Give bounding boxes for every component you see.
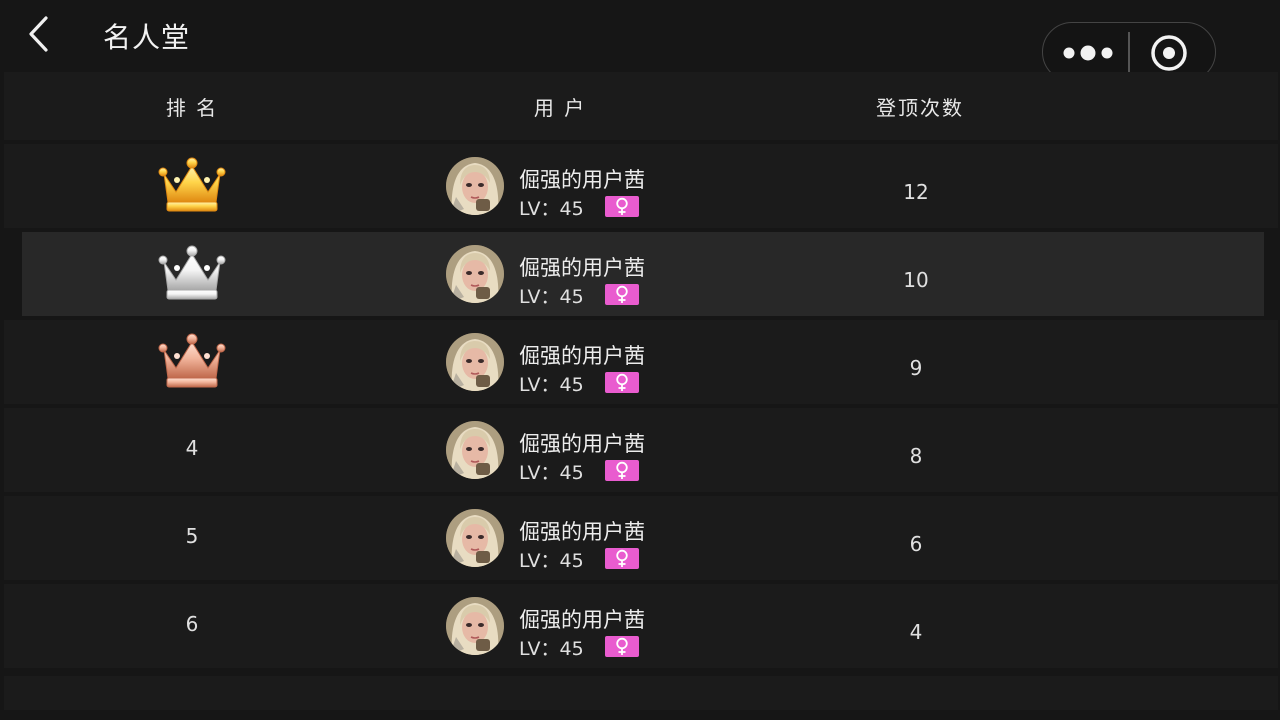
username: 倔强的用户茜 bbox=[519, 256, 645, 280]
gender-badge bbox=[605, 372, 639, 393]
back-button[interactable] bbox=[22, 12, 62, 58]
female-icon bbox=[616, 637, 628, 655]
top-count: 12 bbox=[903, 180, 929, 204]
gold-crown-icon bbox=[154, 156, 230, 216]
close-button[interactable] bbox=[1145, 31, 1199, 75]
user-level: LV：45 bbox=[519, 198, 584, 220]
gender-badge bbox=[605, 460, 639, 481]
female-icon bbox=[616, 549, 628, 567]
username: 倔强的用户茜 bbox=[519, 520, 645, 544]
avatar[interactable] bbox=[446, 157, 504, 215]
top-count: 9 bbox=[909, 356, 923, 380]
female-icon bbox=[616, 461, 628, 479]
top-count: 4 bbox=[909, 620, 923, 644]
user-level: LV：45 bbox=[519, 638, 584, 660]
gender-badge bbox=[605, 636, 639, 657]
table-row[interactable]: 倔强的用户茜 LV：45 10 bbox=[22, 232, 1264, 316]
username: 倔强的用户茜 bbox=[519, 432, 645, 456]
table-row[interactable]: 4 倔强的用户茜 LV：45 8 bbox=[4, 408, 1278, 492]
table-row[interactable]: 6 倔强的用户茜 LV：45 4 bbox=[4, 584, 1278, 668]
username: 倔强的用户茜 bbox=[519, 168, 645, 192]
avatar[interactable] bbox=[446, 333, 504, 391]
avatar[interactable] bbox=[446, 245, 504, 303]
top-count: 8 bbox=[909, 444, 923, 468]
chevron-left-icon bbox=[29, 16, 48, 52]
rank-number: 5 bbox=[185, 524, 199, 548]
more-dots-icon bbox=[1063, 45, 1113, 61]
avatar[interactable] bbox=[446, 597, 504, 655]
female-icon bbox=[616, 373, 628, 391]
user-level: LV：45 bbox=[519, 550, 584, 572]
header-top-count: 登顶次数 bbox=[876, 96, 964, 120]
username: 倔强的用户茜 bbox=[519, 608, 645, 632]
table-footer bbox=[4, 676, 1278, 710]
gender-badge bbox=[605, 548, 639, 569]
header-user: 用 户 bbox=[533, 96, 587, 120]
table-row[interactable]: 5 倔强的用户茜 LV：45 6 bbox=[4, 496, 1278, 580]
female-icon bbox=[616, 197, 628, 215]
target-circle-icon bbox=[1151, 35, 1187, 71]
top-count: 10 bbox=[903, 268, 929, 292]
username: 倔强的用户茜 bbox=[519, 344, 645, 368]
bronze-crown-icon bbox=[154, 332, 230, 392]
rank-number: 6 bbox=[185, 612, 199, 636]
female-icon bbox=[616, 285, 628, 303]
user-level: LV：45 bbox=[519, 374, 584, 396]
user-level: LV：45 bbox=[519, 462, 584, 484]
table-header: 排 名 用 户 登顶次数 bbox=[4, 72, 1278, 140]
silver-crown-icon bbox=[154, 244, 230, 304]
table-row[interactable]: 倔强的用户茜 LV：45 9 bbox=[4, 320, 1278, 404]
more-button[interactable] bbox=[1057, 31, 1131, 75]
page-title: 名人堂 bbox=[103, 21, 191, 54]
table-row[interactable]: 倔强的用户茜 LV：45 12 bbox=[4, 144, 1278, 228]
user-level: LV：45 bbox=[519, 286, 584, 308]
avatar[interactable] bbox=[446, 509, 504, 567]
top-count: 6 bbox=[909, 532, 923, 556]
gender-badge bbox=[605, 196, 639, 217]
gender-badge bbox=[605, 284, 639, 305]
header-rank: 排 名 bbox=[165, 96, 219, 120]
hall-of-fame-table: 排 名 用 户 登顶次数 倔强的用户茜 LV：45 12 倔强的用户茜 LV：45 10 倔… bbox=[4, 72, 1278, 712]
capsule-divider bbox=[1128, 32, 1130, 74]
top-bar: 名人堂 bbox=[0, 0, 1280, 82]
rank-number: 4 bbox=[185, 436, 199, 460]
avatar[interactable] bbox=[446, 421, 504, 479]
